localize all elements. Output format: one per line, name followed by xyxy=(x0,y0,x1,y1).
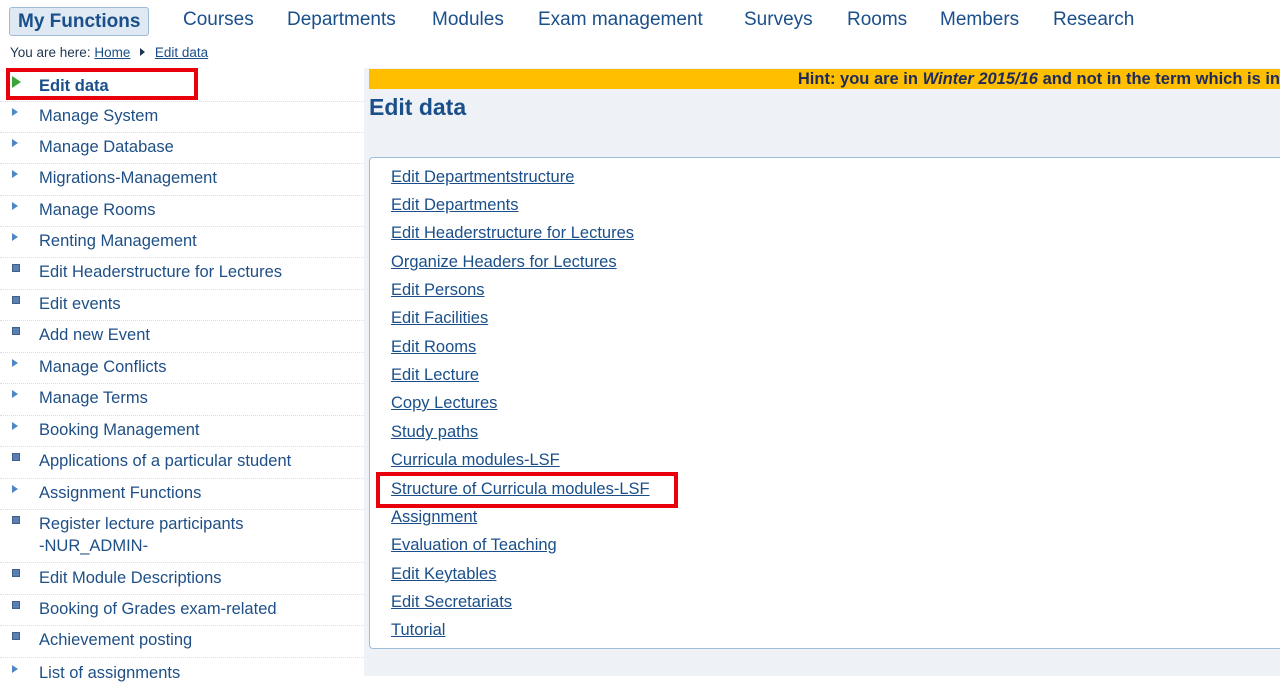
sidebar-item-assignment-functions[interactable]: Assignment Functions xyxy=(0,478,364,510)
link-edit-rooms[interactable]: Edit Rooms xyxy=(391,338,476,357)
green-arrow-icon xyxy=(12,76,21,88)
sidebar-item-label: Booking Management xyxy=(39,421,200,439)
sidebar-item-label: Edit data xyxy=(39,77,109,95)
sidebar-item-edit-data[interactable]: Edit data xyxy=(0,70,364,102)
breadcrumb: You are here: Home Edit data xyxy=(10,45,208,60)
link-edit-headerstructure[interactable]: Edit Headerstructure for Lectures xyxy=(391,224,634,243)
link-edit-departments[interactable]: Edit Departments xyxy=(391,196,518,215)
sidebar-item-achievement-posting[interactable]: Achievement posting xyxy=(0,625,364,658)
square-icon xyxy=(12,632,20,640)
sidebar-item-booking-of-grades[interactable]: Booking of Grades exam-related xyxy=(0,594,364,626)
hint-text-after: and not in the term which is in xyxy=(1037,70,1280,88)
sidebar-item-register-lecture-participants[interactable]: Register lecture participants -NUR_ADMIN… xyxy=(0,509,364,563)
sidebar-item-label: List of assignments xyxy=(39,664,181,682)
breadcrumb-current-link[interactable]: Edit data xyxy=(155,45,208,60)
triangle-icon xyxy=(12,422,18,430)
link-tutorial[interactable]: Tutorial xyxy=(391,621,445,640)
sidebar-item-label: Applications of a particular student xyxy=(39,452,292,470)
sidebar-item-manage-rooms[interactable]: Manage Rooms xyxy=(0,195,364,227)
nav-surveys[interactable]: Surveys xyxy=(744,9,813,31)
sidebar-item-label: Renting Management xyxy=(39,232,197,250)
link-organize-headers[interactable]: Organize Headers for Lectures xyxy=(391,253,617,272)
nav-members[interactable]: Members xyxy=(940,9,1019,31)
square-icon xyxy=(12,516,20,524)
sidebar-item-manage-conflicts[interactable]: Manage Conflicts xyxy=(0,352,364,384)
sidebar-item-label: Edit events xyxy=(39,295,121,313)
square-icon xyxy=(12,453,20,461)
sidebar-item-edit-events[interactable]: Edit events xyxy=(0,289,364,321)
sidebar-item-edit-module-descriptions[interactable]: Edit Module Descriptions xyxy=(0,562,364,595)
square-icon xyxy=(12,296,20,304)
nav-research[interactable]: Research xyxy=(1053,9,1134,31)
square-icon xyxy=(12,601,20,609)
main-content: Hint: you are in Winter 2015/16 and not … xyxy=(364,68,1280,676)
triangle-icon xyxy=(12,139,18,147)
sidebar-item-label: Manage Database xyxy=(39,138,174,156)
triangle-icon xyxy=(12,233,18,241)
hint-text-before: Hint: you are in xyxy=(797,70,923,88)
nav-courses[interactable]: Courses xyxy=(183,9,254,31)
link-evaluation-of-teaching[interactable]: Evaluation of Teaching xyxy=(391,536,557,555)
triangle-icon xyxy=(12,108,18,116)
sidebar-item-edit-headerstructure[interactable]: Edit Headerstructure for Lectures xyxy=(0,257,364,290)
sidebar-item-manage-terms[interactable]: Manage Terms xyxy=(0,383,364,416)
link-edit-secretariats[interactable]: Edit Secretariats xyxy=(391,593,512,612)
breadcrumb-home-link[interactable]: Home xyxy=(94,45,130,60)
top-navigation: My Functions Courses Departments Modules… xyxy=(0,0,1280,42)
square-icon xyxy=(12,264,20,272)
breadcrumb-separator-icon xyxy=(140,48,146,56)
breadcrumb-prefix: You are here: xyxy=(10,45,91,60)
link-edit-facilities[interactable]: Edit Facilities xyxy=(391,309,488,328)
nav-my-functions[interactable]: My Functions xyxy=(9,7,150,36)
sidebar-item-label: Achievement posting xyxy=(39,631,193,649)
sidebar-item-label: Add new Event xyxy=(39,326,150,344)
sidebar-item-list-of-assignments[interactable]: List of assignments xyxy=(0,657,364,686)
sidebar-item-add-new-event[interactable]: Add new Event xyxy=(0,320,364,353)
hint-term: Winter 2015/16 xyxy=(922,70,1038,88)
triangle-icon xyxy=(12,359,18,367)
link-edit-lecture[interactable]: Edit Lecture xyxy=(391,366,479,385)
sidebar-item-label: Edit Module Descriptions xyxy=(39,569,222,587)
sidebar-item-label: Edit Headerstructure for Lectures xyxy=(39,263,283,281)
square-icon xyxy=(12,569,20,577)
sidebar-item-label: Manage System xyxy=(39,107,159,125)
link-curricula-modules-lsf[interactable]: Curricula modules-LSF xyxy=(391,451,560,470)
sidebar-item-label: Manage Rooms xyxy=(39,201,156,219)
sidebar-item-booking-management[interactable]: Booking Management xyxy=(0,415,364,447)
sidebar-item-label: Booking of Grades exam-related xyxy=(39,600,277,618)
term-hint-banner: Hint: you are in Winter 2015/16 and not … xyxy=(369,69,1280,89)
page-title: Edit data xyxy=(369,94,467,120)
sidebar-item-label-line2: -NUR_ADMIN- xyxy=(39,537,149,555)
nav-exam-management[interactable]: Exam management xyxy=(538,9,703,31)
triangle-icon xyxy=(12,485,18,493)
link-edit-keytables[interactable]: Edit Keytables xyxy=(391,565,496,584)
triangle-icon xyxy=(12,390,18,398)
sidebar-item-applications-student[interactable]: Applications of a particular student xyxy=(0,446,364,479)
edit-data-link-panel: Edit Departmentstructure Edit Department… xyxy=(369,157,1280,649)
nav-rooms[interactable]: Rooms xyxy=(847,9,907,31)
sidebar-item-label: Manage Terms xyxy=(39,389,148,407)
sidebar-item-label: Register lecture participants xyxy=(39,515,244,533)
sidebar-item-manage-system[interactable]: Manage System xyxy=(0,101,364,133)
sidebar-item-renting-management[interactable]: Renting Management xyxy=(0,226,364,258)
link-study-paths[interactable]: Study paths xyxy=(391,423,478,442)
nav-modules[interactable]: Modules xyxy=(432,9,504,31)
link-assignment[interactable]: Assignment xyxy=(391,508,477,527)
triangle-icon xyxy=(12,665,18,673)
sidebar-item-label: Manage Conflicts xyxy=(39,358,167,376)
sidebar-item-label: Assignment Functions xyxy=(39,484,202,502)
nav-departments[interactable]: Departments xyxy=(287,9,396,31)
sidebar-item-migrations-management[interactable]: Migrations-Management xyxy=(0,163,364,196)
sidebar-item-label: Migrations-Management xyxy=(39,169,217,187)
link-edit-persons[interactable]: Edit Persons xyxy=(391,281,485,300)
square-icon xyxy=(12,327,20,335)
triangle-icon xyxy=(12,202,18,210)
triangle-icon xyxy=(12,170,18,178)
sidebar-item-manage-database[interactable]: Manage Database xyxy=(0,132,364,164)
link-edit-departmentstructure[interactable]: Edit Departmentstructure xyxy=(391,168,574,187)
link-copy-lectures[interactable]: Copy Lectures xyxy=(391,394,497,413)
link-structure-curricula-modules-lsf[interactable]: Structure of Curricula modules-LSF xyxy=(391,480,650,499)
